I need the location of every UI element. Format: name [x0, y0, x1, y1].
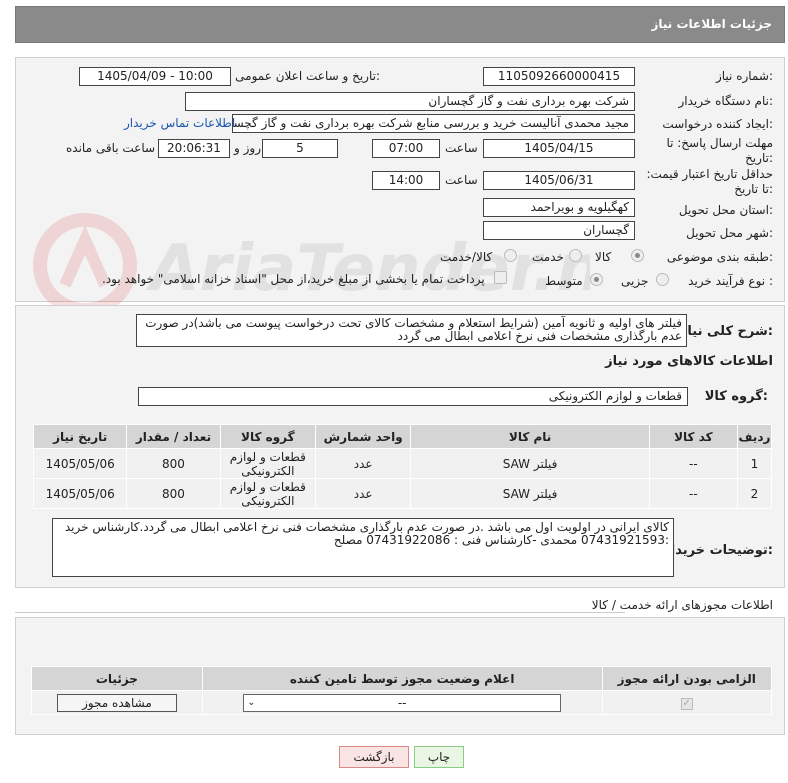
days-field: 5: [262, 139, 338, 158]
creator-label: ایجاد کننده درخواست:: [662, 117, 773, 131]
need-number-field: 1105092660000415: [483, 67, 635, 86]
cell-date: 1405/05/06: [32, 478, 128, 509]
announce-label: تاریخ و ساعت اعلان عمومی:: [235, 69, 380, 83]
buyer-notes-text: کالای ایرانی در اولویت اول می باشد .در ص…: [52, 518, 674, 577]
payment-note: پرداخت تمام یا بخشی از مبلغ خرید،از محل …: [102, 272, 485, 286]
col-item-code: کد کالا: [648, 424, 738, 449]
col-item-name: نام کالا: [410, 424, 650, 449]
col-row-number: ردیف: [736, 424, 773, 449]
min-price-label: حداقل تاریخ اعتبار قیمت: تا تاریخ:: [646, 167, 773, 196]
deadline-time-field: 07:00: [372, 139, 440, 158]
cell-row-number: 2: [736, 478, 773, 509]
buyer-org-field: شرکت بهره برداری نفت و گاز گچساران: [185, 92, 635, 111]
permits-section-title: اطلاعات مجوزهای ارائه خدمت / کالا: [591, 598, 773, 612]
col-permit-status: اعلام وضعیت مجوز توسط تامین کننده: [201, 666, 603, 691]
announce-field: 1405/04/09 - 10:00: [79, 67, 231, 86]
page-header: جزئیات اطلاعات نیاز: [15, 6, 785, 43]
cell-unit: عدد: [314, 448, 412, 479]
goods-table: ردیف کد کالا نام کالا واحد شمارش گروه کا…: [32, 424, 773, 509]
purchase-option-minor: جزیی: [621, 274, 649, 288]
creator-field: مجید محمدی آنالیست خرید و بررسی منابع شر…: [232, 114, 635, 133]
category-option-goods: کالا: [595, 250, 612, 264]
days-label: روز و: [234, 141, 261, 155]
deadline-time-label: ساعت: [445, 141, 478, 155]
cell-date: 1405/05/06: [32, 448, 128, 479]
min-price-time-field: 14:00: [372, 171, 440, 190]
permits-table: الزامی بودن ارائه مجوز اعلام وضعیت مجوز …: [31, 666, 772, 715]
category-radio-service[interactable]: [569, 249, 582, 262]
goods-group-field: قطعات و لوازم الکترونیکی: [138, 387, 688, 406]
purchase-radio-minor[interactable]: [656, 273, 669, 286]
print-button[interactable]: چاپ: [414, 746, 464, 768]
permit-status-value: --: [397, 695, 407, 710]
remaining-label: ساعت باقی مانده: [66, 141, 156, 155]
cell-code: --: [648, 478, 738, 509]
cell-name: فیلتر SAW: [410, 478, 650, 509]
category-radio-goods-service[interactable]: [504, 249, 517, 262]
province-label: استان محل تحویل:: [678, 203, 773, 217]
summary-text: فیلتر های اولیه و ثانویه آمین (شرایط است…: [136, 314, 687, 347]
contact-info-link[interactable]: اطلاعات تماس خریدار: [124, 116, 235, 130]
min-price-time-label: ساعت: [445, 173, 478, 187]
category-option-service: خدمت: [532, 250, 564, 264]
table-row: 1 -- فیلتر SAW عدد قطعات و لوازم الکترون…: [32, 448, 773, 479]
need-number-label: شماره نیاز:: [715, 69, 773, 83]
chevron-down-icon: ⌄: [247, 696, 256, 708]
purchase-radio-medium[interactable]: [590, 273, 603, 286]
deadline-label: مهلت ارسال پاسخ: تا تاریخ:: [666, 136, 773, 165]
cell-code: --: [648, 448, 738, 479]
divider: [15, 612, 625, 613]
col-unit: واحد شمارش: [314, 424, 412, 449]
category-option-goods-service: کالا/خدمت: [440, 250, 493, 264]
col-permit-required: الزامی بودن ارائه مجوز: [601, 666, 772, 691]
page-title: جزئیات اطلاعات نیاز: [651, 17, 772, 31]
treasury-checkbox[interactable]: [494, 271, 507, 284]
col-group: گروه کالا: [219, 424, 317, 449]
category-label: طبقه بندی موضوعی:: [666, 250, 773, 264]
required-checkbox: ✓: [680, 698, 693, 710]
permit-status-select[interactable]: -- ⌄: [243, 693, 562, 712]
table-row: 2 -- فیلتر SAW عدد قطعات و لوازم الکترون…: [32, 478, 773, 509]
buyer-org-label: نام دستگاه خریدار:: [678, 94, 774, 108]
min-price-date-field: 1405/06/31: [483, 171, 635, 190]
col-permit-details: جزئیات: [31, 666, 203, 691]
back-button[interactable]: بازگشت: [339, 746, 409, 768]
watermark-text: AriaTender.net: [145, 232, 590, 306]
summary-label: شرح کلی نیاز:: [679, 324, 773, 339]
cell-qty: 800: [126, 478, 221, 509]
city-label: شهر محل تحویل:: [686, 226, 773, 240]
view-permit-button[interactable]: مشاهده مجوز: [56, 693, 177, 712]
goods-section-title: اطلاعات کالاهای مورد نیاز: [605, 354, 773, 369]
cell-name: فیلتر SAW: [410, 448, 650, 479]
remaining-time-field: 20:06:31: [158, 139, 230, 158]
cell-group: قطعات و لوازم الکترونیکی: [219, 478, 317, 509]
col-date: تاریخ نیاز: [32, 424, 128, 449]
cell-qty: 800: [126, 448, 221, 479]
cell-row-number: 1: [736, 448, 773, 479]
goods-group-label: گروه کالا:: [704, 389, 768, 404]
cell-unit: عدد: [314, 478, 412, 509]
purchase-type-label: نوع فرآیند خرید :: [688, 274, 773, 288]
purchase-option-medium: متوسط: [545, 274, 583, 288]
city-field: گچساران: [483, 221, 635, 240]
cell-permit-details: مشاهده مجوز: [31, 690, 203, 715]
province-field: کهگیلویه و بویراحمد: [483, 198, 635, 217]
col-qty: تعداد / مقدار: [126, 424, 221, 449]
buyer-notes-label: توضیحات خریدار:: [663, 543, 773, 558]
deadline-date-field: 1405/04/15: [483, 139, 635, 158]
cell-permit-required: ✓: [601, 690, 772, 715]
cell-group: قطعات و لوازم الکترونیکی: [219, 448, 317, 479]
category-radio-goods[interactable]: [631, 249, 644, 262]
cell-permit-status: -- ⌄: [201, 690, 603, 715]
table-row: ✓ -- ⌄ مشاهده مجوز: [31, 690, 772, 715]
